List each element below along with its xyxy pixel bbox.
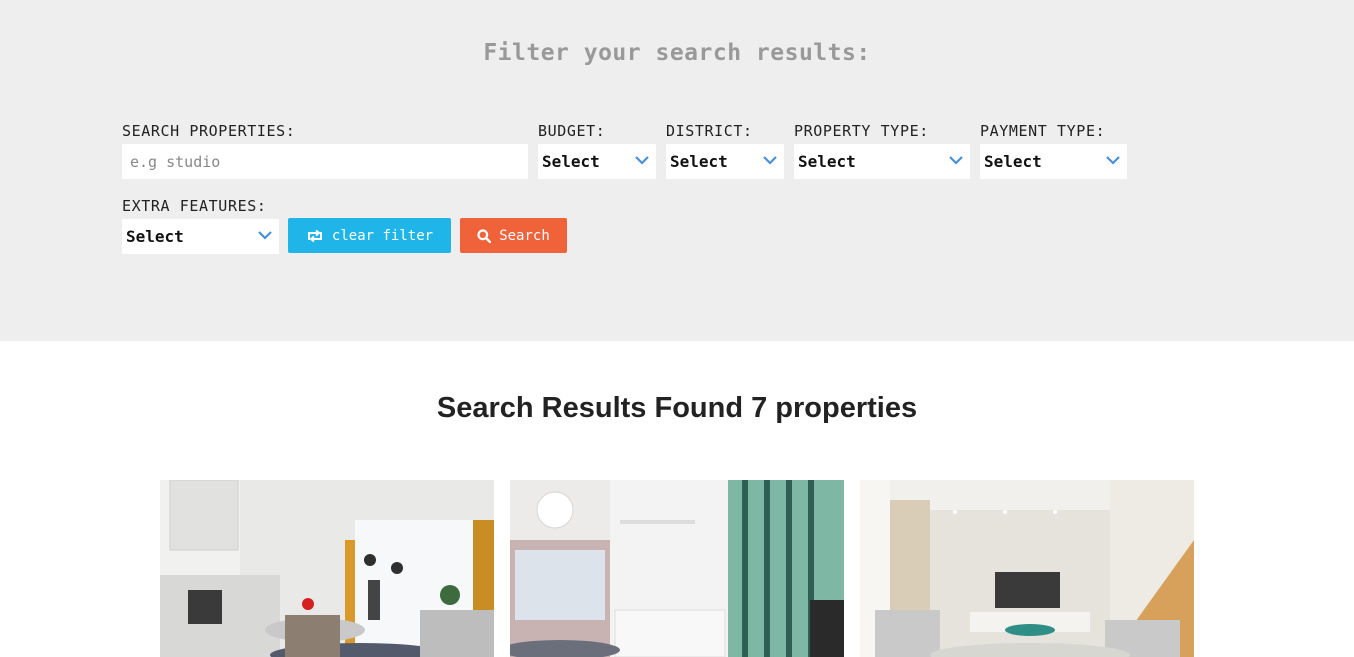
budget-label: BUDGET: [538,122,606,140]
property-image [510,480,844,657]
search-icon [477,228,492,243]
property-type-select-value: Select [798,152,856,171]
extra-features-label: EXTRA FEATURES: [122,197,267,215]
payment-type-field: PAYMENT TYPE: Select [980,122,1127,179]
filter-title: Filter your search results: [483,40,871,66]
payment-type-select-value: Select [984,152,1042,171]
chevron-down-icon [1106,156,1120,165]
chevron-down-icon [258,231,272,240]
budget-select[interactable]: Select [538,144,656,179]
district-select[interactable]: Select [666,144,784,179]
search-input[interactable] [122,144,528,179]
property-image [860,480,1194,657]
property-card[interactable] [160,480,494,657]
district-label: DISTRICT: [666,122,753,140]
search-field: SEARCH PROPERTIES: [122,122,528,179]
retweet-icon [307,229,322,242]
filter-section: Filter your search results: SEARCH PROPE… [0,0,1354,341]
results-title: Search Results Found 7 properties [436,392,918,424]
search-button-label: Search [499,227,550,244]
extra-features-field: EXTRA FEATURES: Select [122,197,279,254]
budget-select-value: Select [542,152,600,171]
chevron-down-icon [949,156,963,165]
property-card[interactable] [860,480,1194,657]
clear-filter-button[interactable]: clear filter [288,218,451,253]
budget-field: BUDGET: Select [538,122,656,179]
clear-filter-label: clear filter [331,227,434,244]
payment-type-label: PAYMENT TYPE: [980,122,1106,140]
chevron-down-icon [635,156,649,165]
extra-features-select-value: Select [126,227,184,246]
search-label: SEARCH PROPERTIES: [122,122,296,140]
extra-features-select[interactable]: Select [122,219,279,254]
property-type-label: PROPERTY TYPE: [794,122,929,140]
chevron-down-icon [763,156,777,165]
property-card[interactable] [510,480,844,657]
district-select-value: Select [670,152,728,171]
payment-type-select[interactable]: Select [980,144,1127,179]
property-type-select[interactable]: Select [794,144,970,179]
property-type-field: PROPERTY TYPE: Select [794,122,970,179]
property-image [160,480,494,657]
district-field: DISTRICT: Select [666,122,784,179]
search-button[interactable]: Search [460,218,567,253]
